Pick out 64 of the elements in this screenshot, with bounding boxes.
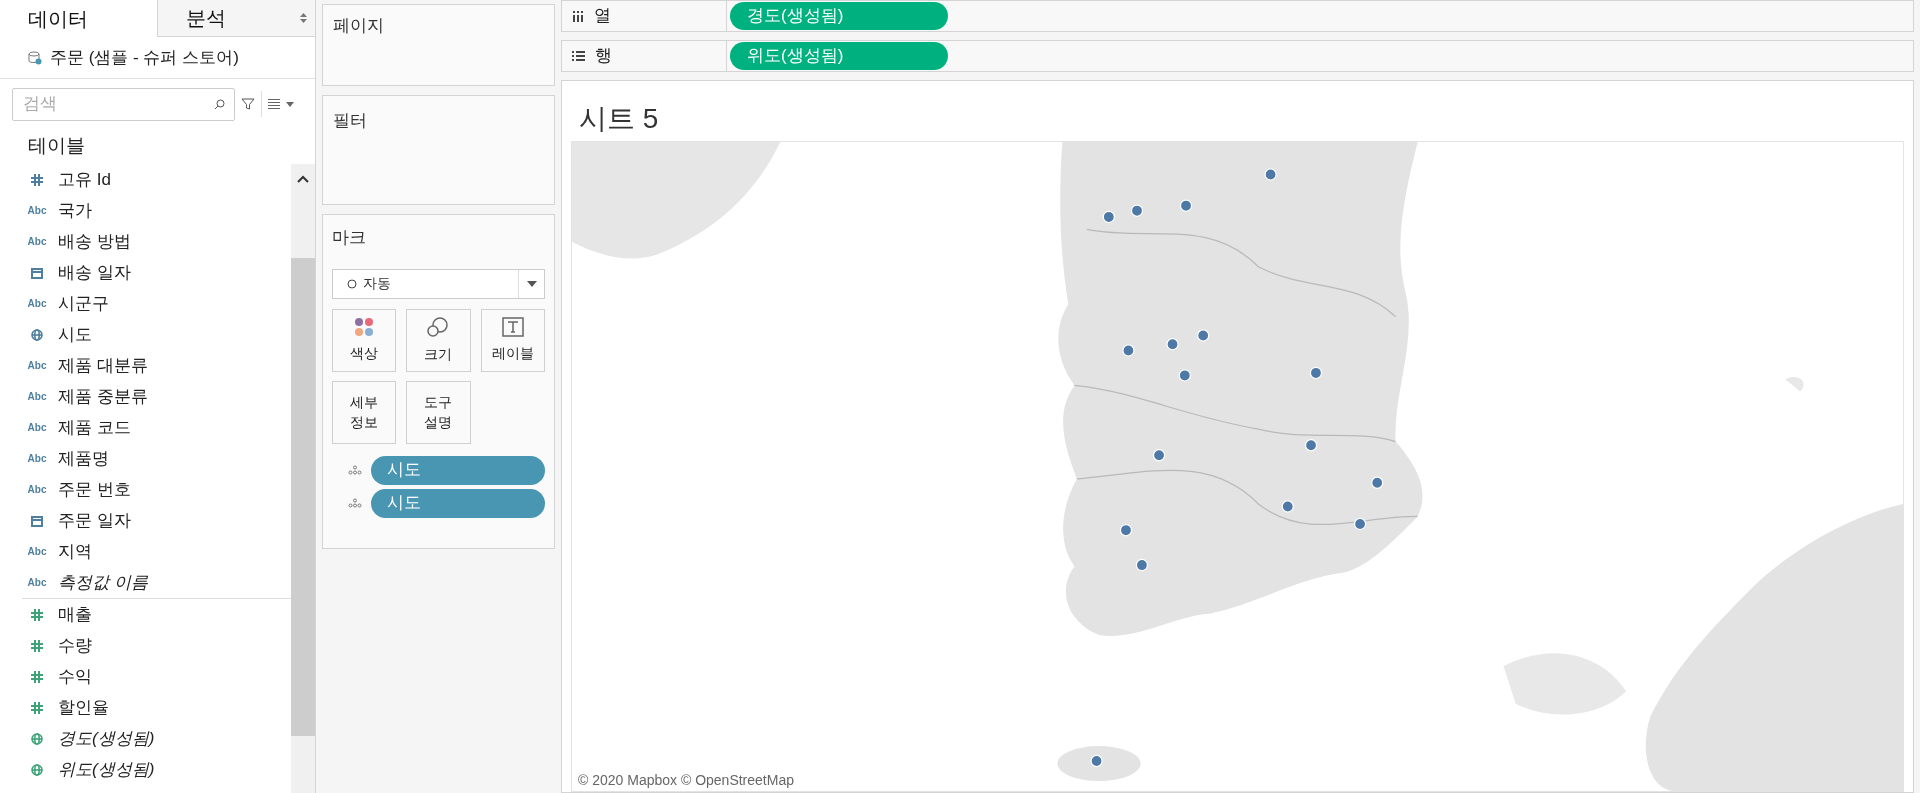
- field-item[interactable]: 측정값 이름: [58, 569, 148, 596]
- text-label-icon: [501, 317, 524, 337]
- list-view-icon[interactable]: [268, 99, 280, 109]
- chevron-up-icon[interactable]: [297, 175, 309, 183]
- mark-property-button[interactable]: 세부 정보: [332, 380, 397, 444]
- detail-icon: [348, 465, 362, 475]
- text-type-icon: Abc: [26, 482, 48, 497]
- mark-type-label: 자동: [363, 274, 391, 293]
- field-item[interactable]: 위도(생성됨): [58, 756, 155, 783]
- shelf-label: 행: [595, 45, 612, 68]
- field-item[interactable]: 수량: [58, 632, 92, 659]
- mark-property-button[interactable]: 레이블: [480, 308, 545, 372]
- data-source-name[interactable]: 주문 (샘플 - 슈퍼 스토어): [50, 44, 239, 71]
- text-type-icon: Abc: [26, 389, 48, 404]
- shelf-label: 열: [594, 5, 611, 28]
- field-item[interactable]: 지역: [58, 538, 92, 565]
- text-type-icon: Abc: [26, 358, 48, 373]
- text-type-icon: Abc: [26, 203, 48, 218]
- field-item[interactable]: 매출: [58, 601, 92, 628]
- search-field[interactable]: 검색: [12, 87, 235, 121]
- text-type-icon: Abc: [26, 234, 48, 249]
- field-item[interactable]: 주문 일자: [58, 507, 131, 534]
- rows-icon: [572, 50, 585, 62]
- field-item[interactable]: 제품명: [58, 445, 109, 472]
- caret-icon[interactable]: [286, 101, 294, 107]
- detail-icon: [348, 498, 362, 508]
- field-item[interactable]: 시군구: [58, 290, 109, 317]
- field-item[interactable]: 주문 번호: [58, 476, 131, 503]
- field-item[interactable]: 배송 일자: [58, 259, 131, 286]
- search-icon: [214, 98, 225, 110]
- caret-icon: [526, 280, 537, 287]
- field-item[interactable]: 배송 방법: [58, 228, 131, 255]
- mark-property-button[interactable]: 색상: [332, 308, 397, 372]
- field-item[interactable]: 할인율: [58, 694, 109, 721]
- card-title: 필터: [333, 111, 367, 130]
- circle-icon: [347, 278, 357, 289]
- sheet-title: 시트 5: [578, 102, 660, 136]
- text-type-icon: Abc: [26, 544, 48, 559]
- color-dots-icon: [354, 317, 375, 337]
- scrollbar[interactable]: [291, 164, 315, 793]
- text-type-icon: Abc: [26, 420, 48, 435]
- field-item[interactable]: 제품 코드: [58, 414, 131, 441]
- field-item[interactable]: 경도(생성됨): [58, 725, 155, 752]
- field-item[interactable]: 제품 대분류: [58, 352, 148, 379]
- text-type-icon: Abc: [26, 575, 48, 590]
- mark-property-button[interactable]: 도구 설명: [406, 380, 471, 444]
- field-item[interactable]: 시도: [58, 321, 92, 348]
- mark-type-dropdown[interactable]: 자동: [332, 268, 545, 299]
- card-title: 페이지: [333, 16, 384, 35]
- field-item[interactable]: 수익: [58, 663, 92, 690]
- card-title: 마크: [332, 227, 367, 249]
- text-type-icon: Abc: [26, 451, 48, 466]
- columns-icon: [572, 10, 584, 22]
- field-item[interactable]: 고유 Id: [58, 166, 111, 193]
- field-item[interactable]: 제품 중분류: [58, 383, 148, 410]
- filter-icon[interactable]: [241, 97, 255, 111]
- text-type-icon: Abc: [26, 296, 48, 311]
- circles-icon: [427, 316, 450, 338]
- mark-property-button[interactable]: 크기: [406, 308, 471, 372]
- section-title: 테이블: [28, 134, 85, 159]
- sort-arrows-icon: [300, 13, 307, 23]
- database-icon: [28, 50, 42, 65]
- pane-tab[interactable]: 분석: [157, 0, 315, 37]
- field-item[interactable]: 국가: [58, 197, 92, 224]
